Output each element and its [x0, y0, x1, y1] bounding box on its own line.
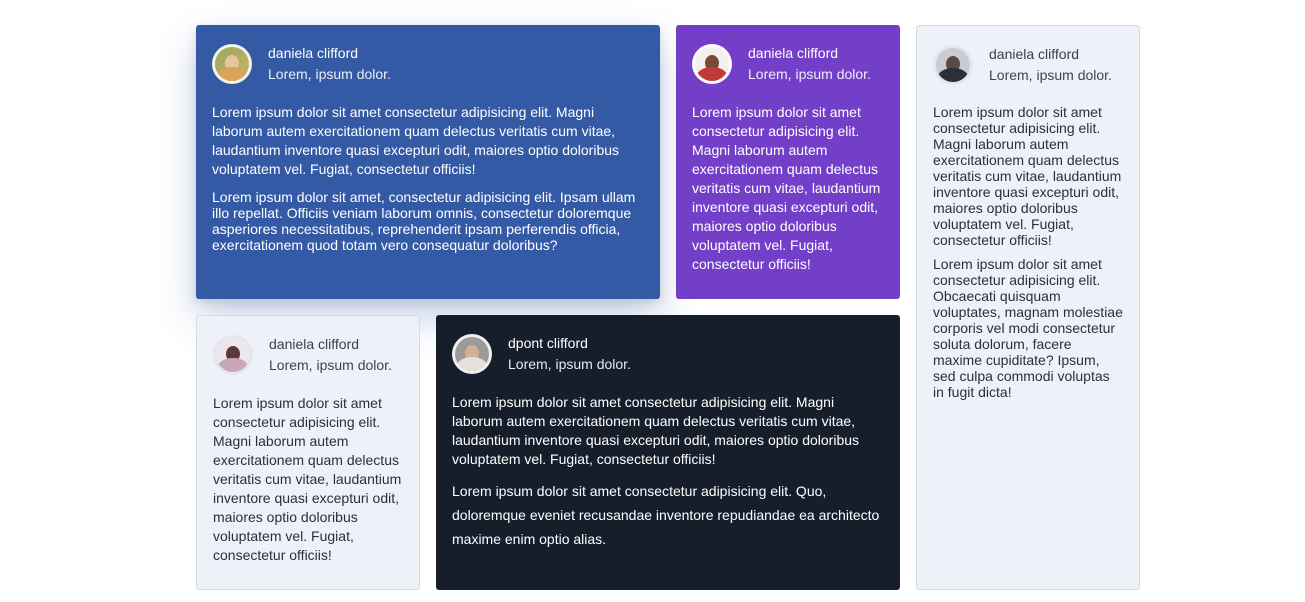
author-name: daniela clifford	[748, 45, 839, 61]
card-header: dpont clifford Lorem, ipsum dolor.	[452, 331, 884, 377]
author-subtitle: Lorem, ipsum dolor.	[269, 357, 392, 373]
testimonial-text: Lorem ipsum dolor sit amet consectetur a…	[692, 104, 881, 272]
author-name: daniela clifford	[989, 46, 1080, 62]
testimonial-card-2: daniela clifford Lorem, ipsum dolor. Lor…	[676, 25, 900, 299]
avatar-icon	[692, 44, 732, 84]
author-subtitle: Lorem, ipsum dolor.	[989, 67, 1112, 83]
author-subtitle: Lorem, ipsum dolor.	[748, 66, 871, 82]
testimonial-card-4: daniela clifford Lorem, ipsum dolor. Lor…	[196, 315, 420, 590]
testimonial-text: Lorem ipsum dolor sit amet consectetur a…	[452, 394, 860, 467]
card-header: daniela clifford Lorem, ipsum dolor.	[933, 42, 1123, 88]
author-name: daniela clifford	[268, 45, 359, 61]
author-name: daniela clifford	[269, 336, 360, 352]
testimonial-text: Lorem ipsum dolor sit amet consectetur a…	[213, 395, 402, 563]
avatar-icon	[213, 335, 253, 375]
testimonial-text: Lorem ipsum dolor sit amet consectetur a…	[933, 256, 1123, 400]
author-subtitle: Lorem, ipsum dolor.	[268, 66, 391, 82]
author-name: dpont clifford	[508, 335, 588, 351]
testimonial-text: Lorem ipsum dolor sit amet, consectetur …	[212, 189, 636, 253]
testimonial-card-1: daniela clifford Lorem, ipsum dolor. Lor…	[196, 25, 660, 299]
testimonial-text: Lorem ipsum dolor sit amet consectetur a…	[933, 104, 1122, 248]
card-header: daniela clifford Lorem, ipsum dolor.	[692, 41, 884, 87]
avatar-icon	[452, 334, 492, 374]
testimonial-text: Lorem ipsum dolor sit amet consectetur a…	[212, 104, 620, 177]
testimonial-card-3: daniela clifford Lorem, ipsum dolor. Lor…	[916, 25, 1140, 590]
card-header: daniela clifford Lorem, ipsum dolor.	[212, 41, 644, 87]
avatar-icon	[933, 45, 973, 85]
testimonial-grid: daniela clifford Lorem, ipsum dolor. Lor…	[0, 0, 1305, 602]
testimonial-card-5: dpont clifford Lorem, ipsum dolor. Lorem…	[436, 315, 900, 590]
card-header: daniela clifford Lorem, ipsum dolor.	[213, 332, 403, 378]
avatar-icon	[212, 44, 252, 84]
testimonial-text: Lorem ipsum dolor sit amet consectetur a…	[452, 483, 880, 547]
author-subtitle: Lorem, ipsum dolor.	[508, 356, 631, 372]
